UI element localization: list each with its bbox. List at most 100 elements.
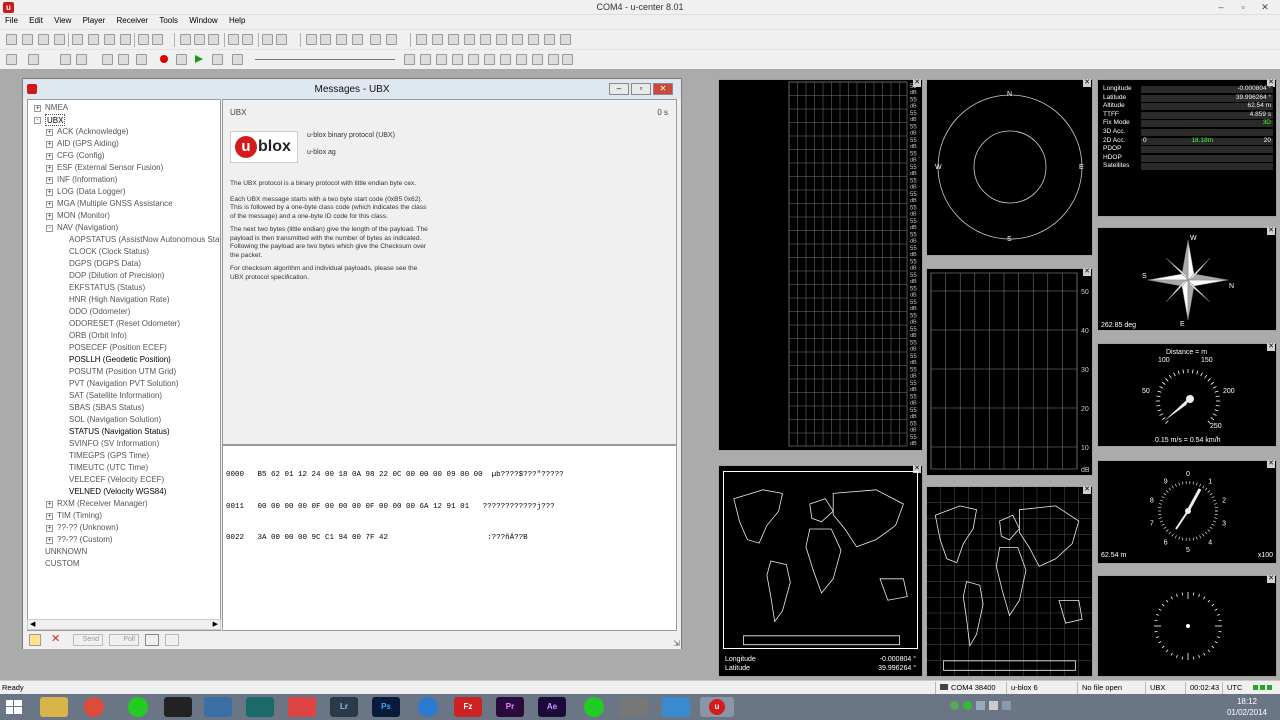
tree-item[interactable]: ODO (Odometer) <box>69 306 130 318</box>
toolbar-button[interactable] <box>512 34 523 45</box>
toolbar-button[interactable] <box>138 34 149 45</box>
tree-item[interactable]: ??-?? (Custom) <box>57 534 113 546</box>
tree-item[interactable]: NAV (Navigation) <box>57 222 118 234</box>
toolbar-button[interactable] <box>306 34 317 45</box>
message-tree[interactable]: + NMEA - UBX + ACK (Acknowledge) + AID (GPS Aid… <box>27 99 221 631</box>
expand-icon[interactable]: + <box>46 177 53 184</box>
toolbar-button[interactable] <box>404 54 415 65</box>
spotify-icon[interactable] <box>128 697 148 717</box>
toolbar-button[interactable] <box>212 54 223 65</box>
toolbar-button[interactable] <box>38 34 49 45</box>
toolbar-button[interactable] <box>386 34 397 45</box>
tree-item[interactable]: HNR (High Navigation Rate) <box>69 294 169 306</box>
toolbar-button[interactable] <box>6 34 17 45</box>
resize-grip-icon[interactable]: ⇲ <box>673 639 680 648</box>
toolbar-button[interactable] <box>242 34 253 45</box>
app-icon[interactable] <box>418 697 438 717</box>
playback-slider[interactable] <box>255 59 395 60</box>
copy-icon[interactable] <box>165 634 179 646</box>
expand-icon[interactable]: + <box>46 501 53 508</box>
expand-icon[interactable]: + <box>34 105 41 112</box>
tree-item[interactable]: EKFSTATUS (Status) <box>69 282 145 294</box>
toolbar-button[interactable] <box>420 54 431 65</box>
clear-icon[interactable]: ✕ <box>51 632 60 645</box>
close-button[interactable]: ✕ <box>653 83 673 95</box>
tree-item[interactable]: UNKNOWN <box>45 546 87 558</box>
tree-item[interactable]: ??-?? (Unknown) <box>57 522 118 534</box>
tree-item[interactable]: CLOCK (Clock Status) <box>69 246 149 258</box>
toolbar-button[interactable] <box>194 34 205 45</box>
collapse-icon[interactable]: - <box>34 117 41 124</box>
expand-icon[interactable]: + <box>46 213 53 220</box>
chrome-icon[interactable] <box>84 697 104 717</box>
photoshop-icon[interactable]: Ps <box>372 697 400 717</box>
app-icon[interactable] <box>204 697 232 717</box>
tree-item[interactable]: INF (Information) <box>57 174 117 186</box>
menu-edit[interactable]: Edit <box>24 15 43 25</box>
tree-item[interactable]: CFG (Config) <box>57 150 105 162</box>
toolbar-button[interactable] <box>232 54 243 65</box>
tree-item[interactable]: PVT (Navigation PVT Solution) <box>69 378 179 390</box>
menu-player[interactable]: Player <box>78 15 106 25</box>
toolbar-button[interactable] <box>532 54 543 65</box>
toolbar-button[interactable] <box>370 34 381 45</box>
tree-item[interactable]: SOL (Navigation Solution) <box>69 414 161 426</box>
expand-icon[interactable]: + <box>46 129 53 136</box>
tree-item[interactable]: POSECEF (Position ECEF) <box>69 342 167 354</box>
tree-item[interactable]: ESF (External Sensor Fusion) <box>57 162 163 174</box>
tree-item[interactable]: ACK (Acknowledge) <box>57 126 129 138</box>
tray-icon[interactable] <box>976 701 985 710</box>
tray-icon[interactable] <box>950 701 959 710</box>
scroll-left-icon[interactable]: ◀ <box>30 620 35 628</box>
tree-item[interactable]: MGA (Multiple GNSS Assistance <box>57 198 173 210</box>
menu-window[interactable]: Window <box>184 15 217 25</box>
toolbar-button[interactable] <box>176 54 187 65</box>
toolbar-button[interactable] <box>276 34 287 45</box>
toolbar-button[interactable] <box>436 54 447 65</box>
toolbar-button[interactable] <box>336 34 347 45</box>
toolbar-button[interactable] <box>464 34 475 45</box>
toolbar-button[interactable] <box>352 34 363 45</box>
tree-item[interactable]: MON (Monitor) <box>57 210 110 222</box>
menu-help[interactable]: Help <box>224 15 245 25</box>
toolbar-button[interactable] <box>136 54 147 65</box>
tree-item[interactable]: UBX <box>45 114 66 126</box>
maximize-button[interactable]: ▫ <box>631 83 651 95</box>
toolbar-button[interactable] <box>118 54 129 65</box>
messages-window-titlebar[interactable]: Messages - UBX ‒ ▫ ✕ <box>23 79 681 99</box>
ucenter-taskbar-button[interactable]: u <box>700 697 734 717</box>
toolbar-button[interactable] <box>208 34 219 45</box>
toolbar-button[interactable] <box>432 34 443 45</box>
toolbar-button[interactable] <box>262 34 273 45</box>
toolbar-button[interactable] <box>452 54 463 65</box>
tray-icon[interactable] <box>963 701 972 710</box>
hex-dump[interactable]: 0000 B5 62 01 12 24 00 18 0A 98 22 0C 00… <box>222 445 677 631</box>
windows-start-icon[interactable] <box>6 700 22 714</box>
toolbar-button[interactable] <box>562 54 573 65</box>
premiere-icon[interactable]: Pr <box>496 697 524 717</box>
toolbar-button[interactable] <box>60 54 71 65</box>
toolbar-button[interactable] <box>54 34 65 45</box>
toolbar-button[interactable] <box>548 54 559 65</box>
toolbar-button[interactable] <box>484 54 495 65</box>
options-icon[interactable] <box>145 634 159 646</box>
tree-item[interactable]: DGPS (DGPS Data) <box>69 258 141 270</box>
app-icon[interactable] <box>246 697 274 717</box>
tree-item[interactable]: TIMEUTC (UTC Time) <box>69 462 148 474</box>
toolbar-button[interactable] <box>500 54 511 65</box>
toolbar-button[interactable] <box>516 54 527 65</box>
toolbar-button[interactable] <box>448 34 459 45</box>
tree-item[interactable]: RXM (Receiver Manager) <box>57 498 148 510</box>
expand-icon[interactable]: + <box>46 141 53 148</box>
tree-item[interactable]: VELECEF (Velocity ECEF) <box>69 474 164 486</box>
toolbar-button[interactable] <box>228 34 239 45</box>
toolbar-button[interactable] <box>416 34 427 45</box>
tree-item[interactable]: AID (GPS Aiding) <box>57 138 119 150</box>
close-button[interactable]: ✕ <box>1254 0 1276 15</box>
expand-icon[interactable]: + <box>46 513 53 520</box>
toolbar-button[interactable] <box>560 34 571 45</box>
menu-view[interactable]: View <box>49 15 71 25</box>
record-icon[interactable] <box>160 55 168 63</box>
toolbar-button[interactable] <box>102 54 113 65</box>
toolbar-button[interactable] <box>468 54 479 65</box>
